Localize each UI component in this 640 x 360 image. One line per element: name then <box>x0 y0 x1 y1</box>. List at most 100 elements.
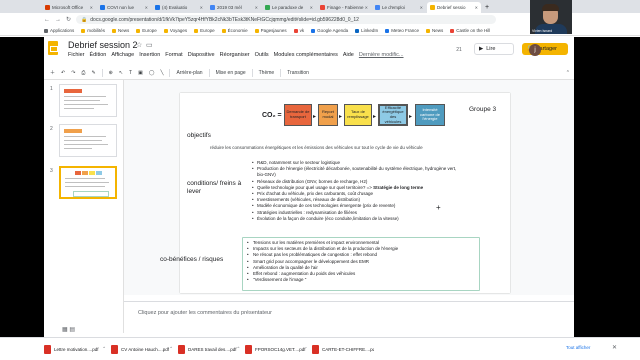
bookmark-item[interactable]: mobilités <box>81 28 105 33</box>
forward-icon[interactable]: → <box>55 17 61 23</box>
url-input[interactable]: 🔒 docs.google.com/presentation/d/1fkVk7t… <box>76 15 497 24</box>
tab-close-icon[interactable]: ✕ <box>310 5 313 10</box>
menu-item[interactable]: Édition <box>90 52 107 58</box>
bookmark-item[interactable]: News <box>112 28 129 33</box>
bookmark-item[interactable]: Pagesjaunes <box>254 28 287 33</box>
slide-thumbnail-2[interactable] <box>59 124 117 157</box>
menu-item[interactable]: Format <box>165 52 182 58</box>
reload-icon[interactable]: ↻ <box>66 16 71 23</box>
download-filename: FPORSOC14g.VET....pdf <box>255 346 306 352</box>
bookmark-item[interactable]: Voyages <box>163 28 187 33</box>
slide-thumbnail-3[interactable] <box>59 166 117 199</box>
browser-tab[interactable]: Finage - Fabienne ✕ <box>317 2 371 13</box>
speaker-notes[interactable]: Cliquez pour ajouter les commentaires du… <box>124 301 574 333</box>
bookmark-item[interactable]: LinkedIn <box>355 28 378 33</box>
tab-close-icon[interactable]: ✕ <box>475 5 478 10</box>
bookmark-item[interactable]: Castle on the Hill <box>450 28 490 33</box>
shape-icon[interactable]: ◯ <box>149 70 155 76</box>
menu-item[interactable]: Modules complémentaires <box>274 52 338 58</box>
zoom-icon[interactable]: ⊕ <box>109 70 113 76</box>
new-slide-icon[interactable]: ＋ <box>50 69 55 76</box>
avatar[interactable]: j <box>529 44 541 56</box>
select-icon[interactable]: ↖ <box>119 70 123 76</box>
browser-tab[interactable]: (4) Evaluatio ✕ <box>152 2 206 13</box>
bookmark-label: mobilités <box>87 28 106 33</box>
bookmark-item[interactable]: Europe <box>194 28 215 33</box>
comment-count[interactable]: 21 <box>454 45 464 55</box>
menu-item[interactable]: Insertion <box>139 52 160 58</box>
download-item[interactable]: CARTE-ET-CHIFFRE....pdf⌃ <box>312 341 374 357</box>
download-item[interactable]: CV Antoine Hauch....pdf ⌃ <box>111 341 173 357</box>
flow-box-modal-shift[interactable]: Report modal <box>318 104 338 126</box>
collapse-icon[interactable]: ⌃ <box>566 70 570 76</box>
bookmark-item[interactable]: Économie <box>221 28 248 33</box>
bookmark-item[interactable]: vk <box>293 28 304 33</box>
slide-thumbnail-1[interactable] <box>59 84 117 117</box>
back-icon[interactable]: ← <box>44 17 50 23</box>
tab-close-icon[interactable]: ✕ <box>200 5 203 10</box>
new-tab-icon[interactable]: + <box>485 4 489 11</box>
chevron-up-icon[interactable]: ⌃ <box>306 346 307 352</box>
present-button[interactable]: ▶ Lire <box>474 43 514 55</box>
document-title[interactable]: Debrief session 2 <box>68 40 138 50</box>
pdf-file-icon <box>312 344 319 354</box>
menu-item[interactable]: Réorganiser <box>220 52 250 58</box>
transition-button[interactable]: Transition <box>287 70 309 76</box>
download-item[interactable]: Lettre motivation....pdf ⌃ <box>44 341 106 357</box>
line-icon[interactable]: ╲ <box>160 70 163 76</box>
browser-tab[interactable]: Le paradoxe de ✕ <box>262 2 316 13</box>
tab-close-icon[interactable]: ✕ <box>255 5 258 10</box>
chevron-up-icon[interactable]: ⌃ <box>102 346 106 352</box>
toolbar: ＋ ↶ ↷ ⎙ ✎ ⊕ ↖ T ▣ ◯ ╲ Arrière-plan Mise … <box>44 66 574 80</box>
undo-icon[interactable]: ↶ <box>61 70 65 76</box>
layout-button[interactable]: Mise en page <box>216 70 246 76</box>
menu-item[interactable]: Diapositive <box>188 52 215 58</box>
tab-close-icon[interactable]: ✕ <box>145 5 148 10</box>
download-item[interactable]: FPORSOC14g.VET....pdf⌃ <box>245 341 307 357</box>
grid-view-icon[interactable]: ▦ ▤ <box>62 326 75 333</box>
slides-logo-icon[interactable] <box>48 41 58 55</box>
print-icon[interactable]: ⎙ <box>81 70 85 76</box>
image-icon[interactable]: ▣ <box>138 70 143 76</box>
current-slide[interactable]: CO₂ = Demande de transport ▸ Report moda… <box>160 93 510 293</box>
menu-item[interactable]: Fichier <box>68 52 85 58</box>
bookmark-item[interactable]: News <box>425 28 443 33</box>
browser-tab[interactable]: Microsoft Office ✕ <box>42 2 96 13</box>
flow-box-vehicle-efficiency[interactable]: Efficacité énergétique des véhicules <box>378 104 408 126</box>
background-button[interactable]: Arrière-plan <box>176 70 202 76</box>
tab-close-icon[interactable]: ✕ <box>365 5 368 10</box>
bookmark-item[interactable]: Meteo France <box>385 28 419 33</box>
objectives-heading: objectifs <box>187 132 211 139</box>
bookmark-item[interactable]: Google Agenda <box>311 28 348 33</box>
bookmark-item[interactable]: Europe <box>136 28 157 33</box>
folder-icon[interactable]: ▭ <box>146 41 153 49</box>
slide-filmstrip: 1 2 3 <box>44 80 124 333</box>
tab-close-icon[interactable]: ✕ <box>420 5 423 10</box>
download-item[interactable]: DARES travail des....pdf ⌃ <box>178 341 240 357</box>
theme-button[interactable]: Thème <box>259 70 275 76</box>
menu-item[interactable]: Aide <box>343 52 354 58</box>
bookmark-item[interactable]: Applications <box>44 28 74 33</box>
last-edit-link[interactable]: Dernière modific... <box>359 52 404 58</box>
flow-box-carbon-intensity[interactable]: Intensité carbone de l'énergie <box>415 104 445 126</box>
close-icon[interactable]: ✕ <box>612 344 617 351</box>
star-icon[interactable]: ☆ <box>136 41 142 49</box>
show-all-downloads-link[interactable]: Tout afficher <box>566 345 590 350</box>
chevron-up-icon[interactable]: ⌃ <box>237 346 240 352</box>
menu-item[interactable]: Outils <box>255 52 269 58</box>
bookmark-label: Pagesjaunes <box>260 28 287 33</box>
menu-item[interactable]: Affichage <box>111 52 134 58</box>
browser-tab[interactable]: Le d'emploi ✕ <box>372 2 426 13</box>
browser-tab[interactable]: Debrief sessio ✕ <box>427 2 481 13</box>
textbox-icon[interactable]: T <box>129 70 132 76</box>
cobenefits-textbox[interactable]: Tensions sur les matières premières et i… <box>242 237 480 291</box>
chevron-up-icon[interactable]: ⌃ <box>169 346 173 352</box>
flow-box-load-factor[interactable]: Taux de remplissage <box>344 104 372 126</box>
browser-tab[interactable]: COVI non lue ✕ <box>97 2 151 13</box>
flow-label: Taux de remplissage <box>347 109 369 119</box>
flow-box-transport-demand[interactable]: Demande de transport <box>284 104 312 126</box>
redo-icon[interactable]: ↷ <box>71 70 75 76</box>
paint-format-icon[interactable]: ✎ <box>91 70 95 76</box>
browser-tab[interactable]: 2019 03 mél ✕ <box>207 2 261 13</box>
tab-close-icon[interactable]: ✕ <box>90 5 93 10</box>
